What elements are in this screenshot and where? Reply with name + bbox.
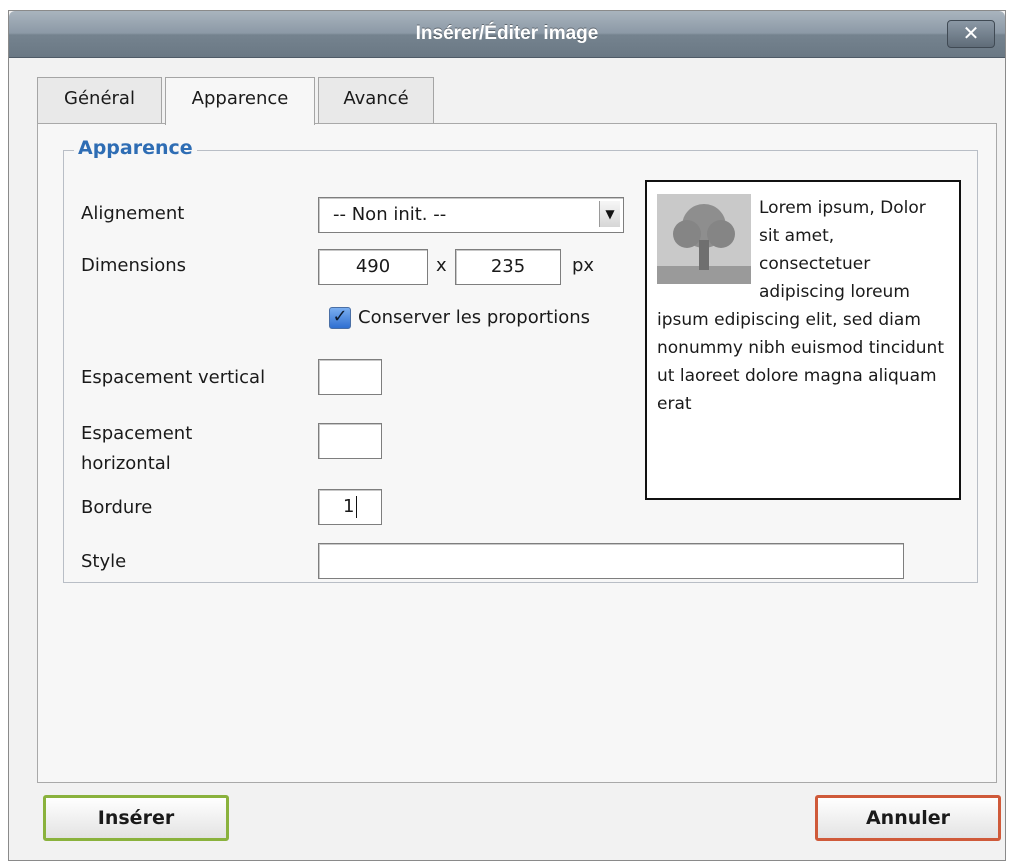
hspace-label-line2: horizontal (81, 453, 171, 474)
hspace-input[interactable] (318, 423, 382, 459)
image-preview: Lorem ipsum, Dolor sit amet, consectetue… (645, 180, 961, 500)
alignment-value: -- Non init. -- (333, 204, 447, 225)
tab-avance[interactable]: Avancé (318, 77, 434, 123)
border-input[interactable]: 1 (318, 489, 382, 525)
title-bar[interactable]: Insérer/Éditer image ✕ (9, 11, 1005, 58)
border-value: 1 (343, 496, 355, 517)
cancel-button[interactable]: Annuler (815, 795, 1001, 841)
alignment-label: Alignement (81, 203, 185, 224)
tab-apparence[interactable]: Apparence (165, 77, 315, 125)
text-cursor (356, 496, 358, 518)
width-input[interactable]: 490 (318, 249, 428, 285)
dimension-separator: x (436, 255, 447, 276)
hspace-label-line1: Espacement (81, 423, 193, 444)
insert-button[interactable]: Insérer (43, 795, 229, 841)
image-dialog: Insérer/Éditer image ✕ Général Apparence… (8, 10, 1006, 861)
alignment-select[interactable]: -- Non init. -- ▼ (318, 197, 624, 233)
vspace-input[interactable] (318, 359, 382, 395)
dimension-unit: px (572, 255, 595, 276)
keep-ratio-label: Conserver les proportions (358, 307, 591, 328)
keep-ratio-checkbox[interactable]: ✓ (329, 307, 351, 329)
tab-panel: Apparence Alignement -- Non init. -- ▼ D… (37, 123, 997, 783)
hspace-label: Espacement horizontal (81, 419, 192, 479)
close-button[interactable]: ✕ (947, 20, 995, 48)
fieldset-legend: Apparence (74, 137, 197, 159)
tab-general[interactable]: Général (37, 77, 162, 123)
dialog-title: Insérer/Éditer image (415, 23, 599, 44)
tree-thumbnail-icon (657, 194, 751, 284)
chevron-down-icon[interactable]: ▼ (599, 201, 620, 227)
style-label: Style (81, 551, 127, 572)
dimensions-label: Dimensions (81, 255, 187, 276)
style-input[interactable] (318, 543, 904, 579)
height-input[interactable]: 235 (455, 249, 561, 285)
vspace-label: Espacement vertical (81, 367, 266, 388)
close-icon: ✕ (962, 21, 980, 45)
border-label: Bordure (81, 497, 153, 518)
